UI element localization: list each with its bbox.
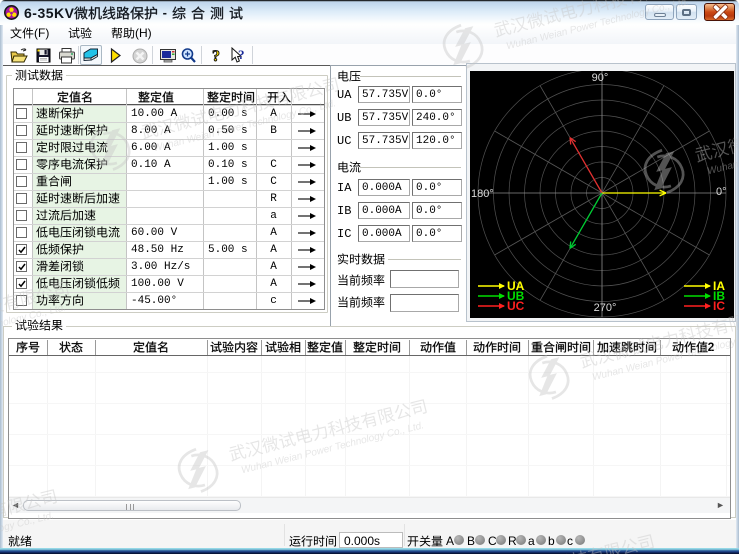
svg-text:90°: 90° [592, 72, 609, 84]
svg-text:180°: 180° [471, 188, 494, 200]
svg-text:UC: UC [507, 299, 525, 313]
